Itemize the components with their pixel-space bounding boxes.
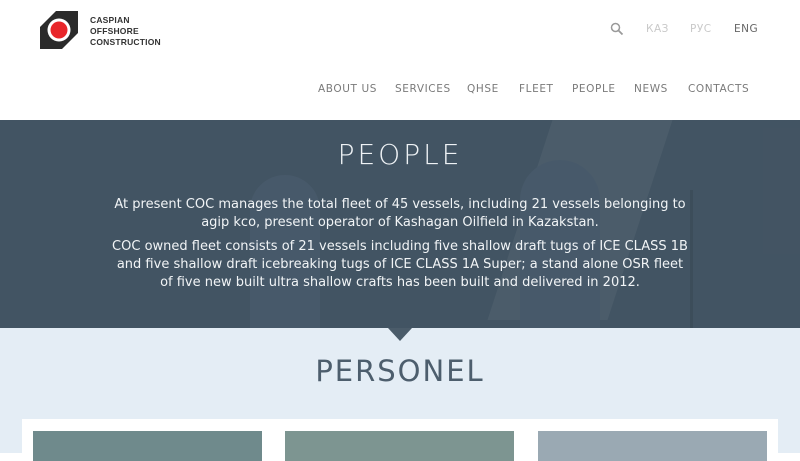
language-kaz[interactable]: КАЗ <box>646 23 669 35</box>
company-name-line-2: OFFSHORE <box>90 26 139 36</box>
personel-photo[interactable] <box>285 431 514 461</box>
site-header: CASPIAN OFFSHORE CONSTRUCTION КАЗ РУС EN… <box>0 0 800 120</box>
nav-people[interactable]: PEOPLE <box>572 83 616 95</box>
nav-qhse[interactable]: QHSE <box>467 83 499 95</box>
hero-title: PEOPLE <box>337 138 463 171</box>
hero-paragraph: At present COC manages the total fleet o… <box>114 197 686 230</box>
company-logo[interactable] <box>40 11 78 49</box>
section-title: PERSONEL <box>315 354 485 388</box>
company-name[interactable]: CASPIAN OFFSHORE CONSTRUCTION <box>90 15 161 48</box>
search-icon[interactable] <box>610 22 624 36</box>
language-eng[interactable]: ENG <box>734 23 758 35</box>
personel-photo[interactable] <box>33 431 262 461</box>
nav-fleet[interactable]: FLEET <box>519 83 554 95</box>
company-name-line-3: CONSTRUCTION <box>90 37 161 47</box>
nav-services[interactable]: SERVICES <box>395 83 451 95</box>
language-rus[interactable]: РУС <box>690 23 712 35</box>
nav-contacts[interactable]: CONTACTS <box>688 83 749 95</box>
hero-paragraph: COC owned fleet consists of 21 vessels i… <box>112 239 688 290</box>
company-name-line-1: CASPIAN <box>90 15 130 25</box>
hero-arrow <box>388 328 412 341</box>
nav-about-us[interactable]: ABOUT US <box>318 83 377 95</box>
nav-news[interactable]: NEWS <box>634 83 668 95</box>
personel-photo[interactable] <box>538 431 767 461</box>
